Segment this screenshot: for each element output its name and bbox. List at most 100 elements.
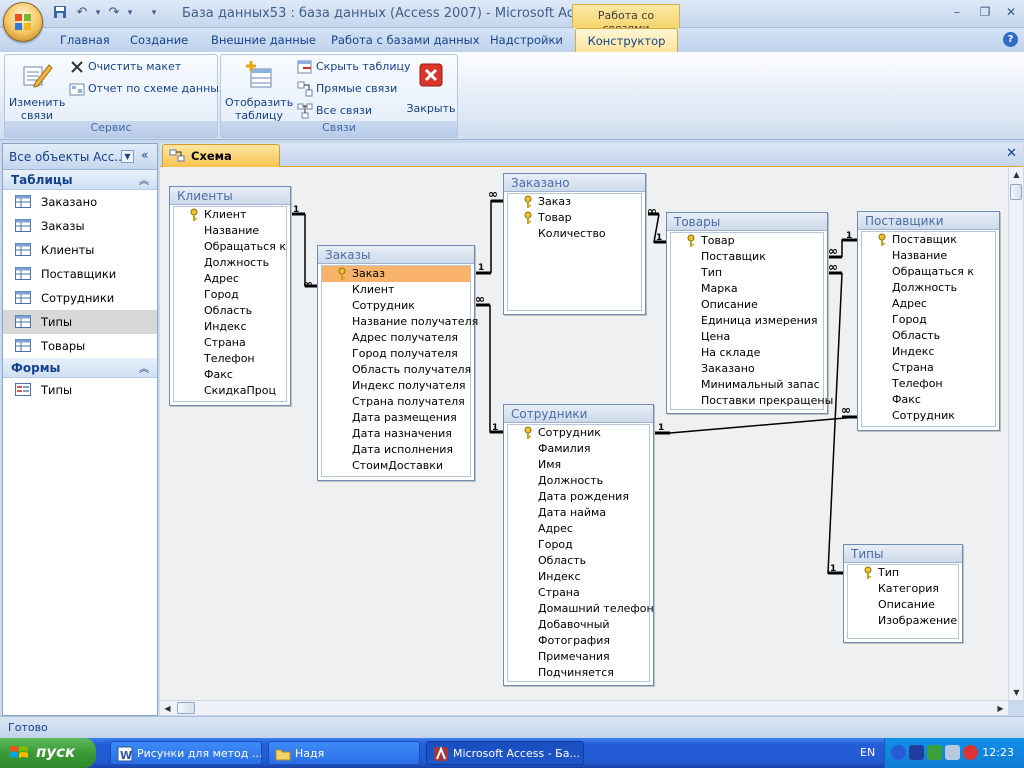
table-field[interactable]: Примечания [508,649,649,665]
table-field[interactable]: Индекс [862,344,995,360]
table-field[interactable]: Область [862,328,995,344]
table-field[interactable]: Цена [671,329,823,345]
table-field[interactable]: Описание [671,297,823,313]
redo-icon[interactable]: ↷ [106,5,122,21]
table-field[interactable]: Должность [174,255,286,271]
table-field[interactable]: Марка [671,281,823,297]
table-field-list[interactable]: Заказ Клиент Сотрудник Название получателя А… [321,265,478,477]
table-field[interactable]: Страна [174,335,286,351]
all-relations-button[interactable]: Все связи [297,102,372,120]
table-field[interactable]: Город [508,537,649,553]
table-field[interactable]: Адрес получателя [322,330,470,346]
table-field[interactable]: Клиент [174,207,286,223]
relationship-orders-ordered[interactable] [490,200,503,273]
table-field[interactable]: Дата рождения [508,489,649,505]
relationship-products-types[interactable] [827,272,843,574]
nav-section-tables[interactable]: Таблицы ︽ [3,170,157,190]
table-field[interactable]: Индекс [174,319,286,335]
security-icon[interactable] [963,745,978,760]
help-icon[interactable]: ? [1003,32,1018,47]
table-field[interactable]: Минимальный запас [671,377,823,393]
table-field[interactable]: Имя [508,457,649,473]
office-button[interactable] [3,2,43,42]
nav-dropdown-icon[interactable]: ▼ [121,150,134,163]
nav-title[interactable]: Все объекты Acc... [9,150,126,164]
relationship-products-suppliers[interactable] [841,239,857,257]
close-window-icon[interactable]: ✕ [998,3,1024,21]
tab-create[interactable]: Создание [130,33,188,47]
table-field[interactable]: Обращаться к [862,264,995,280]
antivirus-icon[interactable] [927,745,942,760]
table-field[interactable]: Товар [671,233,823,249]
table-box-title[interactable]: Заказано [504,174,645,192]
hide-table-button[interactable]: Скрыть таблицу [297,58,411,76]
table-box-title[interactable]: Поставщики [858,212,999,230]
table-field[interactable]: Дата исполнения [322,442,470,458]
collapse-section-icon[interactable]: ︽ [139,172,149,187]
network-icon[interactable] [945,745,960,760]
table-field[interactable]: Факс [862,392,995,408]
table-box-title[interactable]: Заказы [318,246,474,264]
table-field[interactable]: СтоимДоставки [322,458,470,474]
table-field[interactable]: Дата найма [508,505,649,521]
table-field[interactable]: Фотография [508,633,649,649]
table-field[interactable]: Товар [508,210,641,226]
table-box[interactable]: Поставщики Поставщик Название Обращаться к Д… [857,211,1000,431]
table-field[interactable]: Подчиняется [508,665,649,681]
table-field[interactable]: Адрес [508,521,649,537]
table-box-title[interactable]: Типы [844,545,962,563]
nav-table-item[interactable]: Сотрудники [3,286,157,310]
relationship-clients-orders[interactable] [304,214,317,287]
table-field[interactable]: Адрес [174,271,286,287]
table-field[interactable]: Заказано [671,361,823,377]
table-box[interactable]: Типы Тип Категория Описание Изображение [843,544,963,643]
tray-arrow-icon[interactable] [891,745,906,760]
table-field-list[interactable]: Заказ Товар Количество [507,193,642,311]
table-field[interactable]: Должность [508,473,649,489]
table-field[interactable]: Город [174,287,286,303]
tab-addins[interactable]: Надстройки [490,33,563,47]
direct-relations-button[interactable]: Прямые связи [297,80,397,98]
table-field[interactable]: Страна [508,585,649,601]
table-box-title[interactable]: Сотрудники [504,405,653,423]
collapse-section-icon[interactable]: ︽ [139,360,149,375]
table-field-list[interactable]: Сотрудник Фамилия Имя Должность Дата рождени… [507,424,654,682]
save-icon[interactable] [52,5,68,21]
hscroll-thumb[interactable] [177,702,195,714]
table-field[interactable]: Клиент [322,282,470,298]
table-box[interactable]: Товары Товар Поставщик Тип Марка Описание Един… [666,212,833,414]
tab-database-tools[interactable]: Работа с базами данных [331,33,480,47]
table-field[interactable]: Область [174,303,286,319]
table-field[interactable]: Телефон [862,376,995,392]
table-field[interactable]: Описание [848,597,958,613]
table-field[interactable]: Страна [862,360,995,376]
nav-table-item[interactable]: Поставщики [3,262,157,286]
task-word-document[interactable]: W Рисунки для метод ... [110,741,262,765]
table-field[interactable]: Область [508,553,649,569]
table-field[interactable]: Заказ [508,194,641,210]
table-field[interactable]: Город [862,312,995,328]
table-field-list[interactable]: Поставщик Название Обращаться к Должность Ад… [861,231,996,427]
table-box[interactable]: Заказано Заказ Товар Количество [503,173,646,315]
table-field[interactable]: Индекс [508,569,649,585]
table-field[interactable]: Индекс получателя [322,378,470,394]
relationship-employees-suppliers[interactable] [669,416,858,434]
show-table-button[interactable]: Отобразить таблицу [225,59,293,122]
redo-dropdown-icon[interactable]: ▾ [122,5,138,21]
scroll-right-icon[interactable]: ▶ [993,701,1008,716]
table-field[interactable]: На складе [671,345,823,361]
relationships-canvas[interactable]: 1 ∞ 1 ∞ ∞ 1 ∞ 1 ∞ 1 ∞ 1 1 ∞ Клиенты Клиент Название Обра… [160,167,1008,700]
table-box-title[interactable]: Клиенты [170,187,290,205]
task-access[interactable]: Microsoft Access - Ба... [426,741,584,765]
table-field[interactable]: Дата размещения [322,410,470,426]
table-field[interactable]: Адрес [862,296,995,312]
table-field[interactable]: Добавочный [508,617,649,633]
tab-relationships[interactable]: Схема данных [162,144,280,177]
customize-qat-icon[interactable]: ▾ [146,5,162,21]
bluetooth-icon[interactable] [909,745,924,760]
table-box[interactable]: Заказы Заказ Клиент Сотрудник Название получ… [317,245,478,481]
table-field[interactable]: Сотрудник [322,298,470,314]
nav-collapse-icon[interactable]: « [141,148,148,162]
clear-layout-button[interactable]: Очистить макет [69,58,181,76]
start-button[interactable]: пуск [0,738,96,768]
